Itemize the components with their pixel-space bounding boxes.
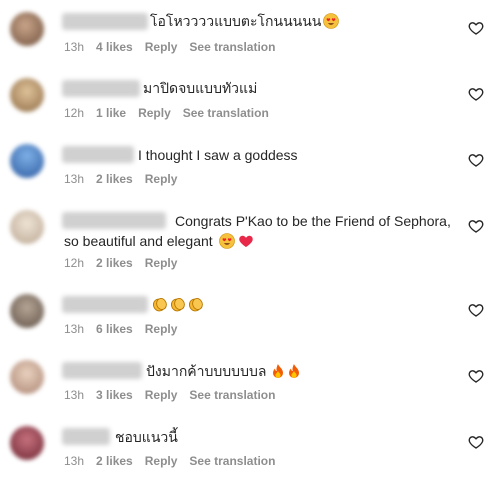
fire-emoji-icon: [289, 364, 300, 378]
likes-count[interactable]: 1 like: [96, 106, 126, 120]
comment-time[interactable]: 12h: [64, 256, 84, 270]
username-blurred[interactable]: [62, 362, 142, 379]
comment-text-content: so beautiful and elegant: [64, 233, 213, 249]
heart-eyes-emoji-icon: [323, 13, 340, 29]
username-blurred[interactable]: [62, 80, 140, 97]
comment-text-content: I thought I saw a goddess: [138, 147, 298, 163]
comment-meta: 13h 4 likes Reply See translation: [64, 40, 287, 54]
comment-text: ปังมากค้าบบบบบบล: [146, 361, 301, 381]
comment-meta: 13h 6 likes Reply: [64, 322, 189, 336]
likes-count[interactable]: 4 likes: [96, 40, 133, 54]
likes-count[interactable]: 2 likes: [96, 454, 133, 468]
reply-button[interactable]: Reply: [145, 172, 178, 186]
comment-text: ชอบแนวนี้: [115, 427, 178, 447]
comment-text: มาปิดจบแบบทัวแม่: [143, 78, 257, 98]
likes-count[interactable]: 3 likes: [96, 388, 133, 402]
comment-text: Congrats P'Kao to be the Friend of Sepho…: [175, 211, 451, 231]
red-heart-emoji-icon: [238, 235, 253, 247]
comment-text: I thought I saw a goddess: [138, 145, 298, 165]
likes-count[interactable]: 2 likes: [96, 172, 133, 186]
see-translation-button[interactable]: See translation: [189, 388, 275, 402]
avatar[interactable]: [10, 294, 44, 328]
heart-eyes-emoji-icon: [218, 233, 235, 249]
comment-meta: 13h 2 likes Reply See translation: [64, 454, 287, 468]
like-heart-icon[interactable]: [468, 434, 484, 450]
like-heart-icon[interactable]: [468, 218, 484, 234]
avatar[interactable]: [10, 78, 44, 112]
comment-text-content: ชอบแนวนี้: [115, 429, 178, 445]
reply-button[interactable]: Reply: [145, 388, 178, 402]
username-blurred[interactable]: [62, 212, 166, 229]
avatar[interactable]: [10, 360, 44, 394]
fire-emoji-icon: [273, 364, 284, 378]
like-heart-icon[interactable]: [468, 86, 484, 102]
comment-text-content: มาปิดจบแบบทัวแม่: [143, 80, 258, 96]
clap-emoji-icon: [152, 298, 167, 312]
like-heart-icon[interactable]: [468, 302, 484, 318]
comment-time[interactable]: 12h: [64, 106, 84, 120]
username-blurred[interactable]: [62, 296, 148, 313]
comment-meta: 13h 3 likes Reply See translation: [64, 388, 287, 402]
comment-meta: 12h 1 like Reply See translation: [64, 106, 281, 120]
comment-time[interactable]: 13h: [64, 172, 84, 186]
avatar[interactable]: [10, 144, 44, 178]
comment-time[interactable]: 13h: [64, 322, 84, 336]
comment-text-content: โอโหววววแบบตะโกนนนนน: [150, 13, 322, 29]
likes-count[interactable]: 2 likes: [96, 256, 133, 270]
reply-button[interactable]: Reply: [145, 454, 178, 468]
likes-count[interactable]: 6 likes: [96, 322, 133, 336]
see-translation-button[interactable]: See translation: [189, 454, 275, 468]
avatar[interactable]: [10, 12, 44, 46]
comment-time[interactable]: 13h: [64, 388, 84, 402]
username-blurred[interactable]: [62, 428, 110, 445]
like-heart-icon[interactable]: [468, 152, 484, 168]
comment-text: โอโหววววแบบตะโกนนนนน: [150, 11, 340, 31]
comment-time[interactable]: 13h: [64, 454, 84, 468]
avatar[interactable]: [10, 426, 44, 460]
comment-text: [150, 294, 204, 314]
comment-text-content: ปังมากค้าบบบบบบล: [146, 363, 267, 379]
reply-button[interactable]: Reply: [145, 322, 178, 336]
clap-emoji-icon: [170, 298, 185, 312]
see-translation-button[interactable]: See translation: [183, 106, 269, 120]
like-heart-icon[interactable]: [468, 368, 484, 384]
clap-emoji-icon: [188, 298, 203, 312]
like-heart-icon[interactable]: [468, 20, 484, 36]
comment-text-line2: so beautiful and elegant: [64, 231, 254, 251]
comment-text-content: Congrats P'Kao to be the Friend of Sepho…: [175, 213, 451, 229]
username-blurred[interactable]: [62, 146, 134, 163]
reply-button[interactable]: Reply: [145, 40, 178, 54]
reply-button[interactable]: Reply: [145, 256, 178, 270]
comment-meta: 13h 2 likes Reply: [64, 172, 189, 186]
username-blurred[interactable]: [62, 13, 148, 30]
see-translation-button[interactable]: See translation: [189, 40, 275, 54]
comment-meta: 12h 2 likes Reply: [64, 256, 189, 270]
avatar[interactable]: [10, 210, 44, 244]
reply-button[interactable]: Reply: [138, 106, 171, 120]
comment-time[interactable]: 13h: [64, 40, 84, 54]
